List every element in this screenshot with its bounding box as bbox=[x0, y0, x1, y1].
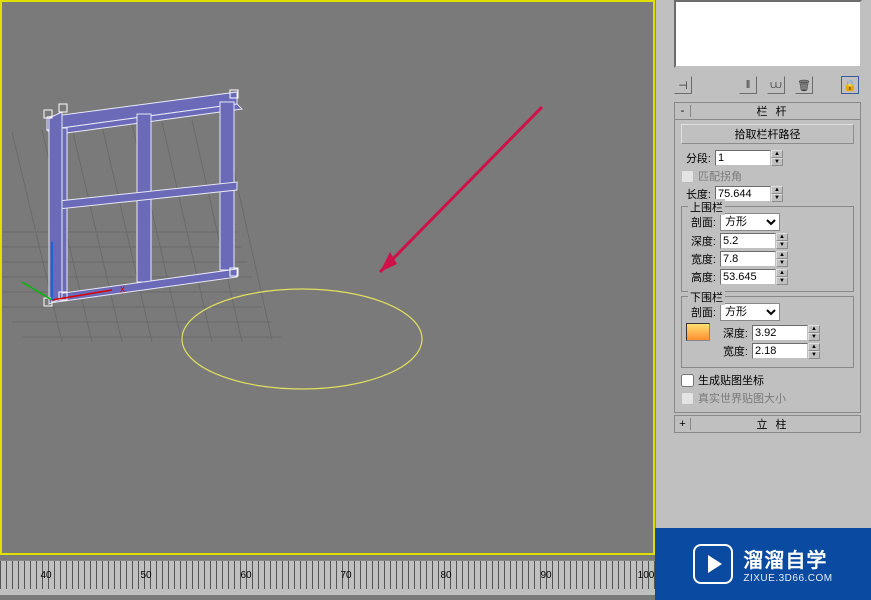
bottom-depth-input[interactable] bbox=[752, 325, 808, 341]
ruler-tick: 90 bbox=[540, 570, 551, 581]
rollout-toggle[interactable]: + bbox=[675, 418, 691, 430]
spinner-up[interactable]: ▲ bbox=[776, 269, 788, 277]
top-height-input[interactable] bbox=[720, 269, 776, 285]
profile-label: 剖面: bbox=[686, 214, 716, 230]
railing-object bbox=[47, 92, 242, 304]
top-rail-label: 上围栏 bbox=[688, 199, 725, 215]
viewport-canvas: x bbox=[2, 2, 653, 553]
top-rail-group: 上围栏 剖面: 方形 深度: ▲▼ 宽度: ▲▼ 高度: ▲▼ bbox=[681, 206, 854, 292]
profile-label: 剖面: bbox=[686, 304, 716, 320]
ruler-tick: 50 bbox=[140, 570, 151, 581]
annotation-arrow bbox=[380, 107, 542, 272]
trash-icon[interactable]: 🗑 bbox=[795, 76, 813, 94]
spinner-down[interactable]: ▼ bbox=[771, 194, 783, 202]
spinner-up[interactable]: ▲ bbox=[808, 343, 820, 351]
spinner-down[interactable]: ▼ bbox=[808, 333, 820, 341]
spinner-up[interactable]: ▲ bbox=[771, 186, 783, 194]
top-depth-input[interactable] bbox=[720, 233, 776, 249]
pick-railing-path-button[interactable]: 拾取栏杆路径 bbox=[681, 124, 854, 144]
rollout-posts: + 立柱 bbox=[674, 415, 861, 433]
spinner-down[interactable]: ▼ bbox=[776, 259, 788, 267]
play-icon[interactable]: ‖ bbox=[739, 76, 757, 94]
bottom-profile-select[interactable]: 方形 bbox=[720, 303, 780, 321]
rollout-header-railing[interactable]: - 栏杆 bbox=[674, 102, 861, 120]
ruler-tick: 80 bbox=[440, 570, 451, 581]
match-corners-checkbox bbox=[681, 170, 694, 183]
spinner-down[interactable]: ▼ bbox=[776, 241, 788, 249]
ruler-tick: 100 bbox=[638, 570, 655, 581]
ruler-tick: 60 bbox=[240, 570, 251, 581]
rollout-railing: - 栏杆 拾取栏杆路径 分段: ▲▼ 匹配拐角 长度: ▲▼ bbox=[674, 102, 861, 413]
bottom-rail-group: 下围栏 剖面: 方形 深度: ▲▼ 宽度: ▲▼ bbox=[681, 296, 854, 368]
pin-icon[interactable]: ⊣ bbox=[674, 76, 692, 94]
lock-icon[interactable]: 🔒 bbox=[841, 76, 859, 94]
segments-label: 分段: bbox=[681, 150, 711, 166]
timeline-ruler[interactable]: 40 50 60 70 80 90 100 bbox=[0, 560, 655, 595]
svg-text:x: x bbox=[120, 284, 125, 295]
top-profile-select[interactable]: 方形 bbox=[720, 213, 780, 231]
play-logo-icon bbox=[693, 544, 733, 584]
real-world-checkbox bbox=[681, 392, 694, 405]
watermark-url: ZIXUE.3D66.COM bbox=[743, 573, 832, 584]
top-width-input[interactable] bbox=[720, 251, 776, 267]
watermark: 溜溜自学 ZIXUE.3D66.COM bbox=[655, 528, 871, 600]
watermark-title: 溜溜自学 bbox=[743, 544, 832, 573]
segments-input[interactable] bbox=[715, 150, 771, 166]
ruler-tick: 70 bbox=[340, 570, 351, 581]
gen-map-label: 生成贴图坐标 bbox=[698, 372, 764, 388]
rail-count-icon[interactable] bbox=[686, 323, 710, 341]
panel-toolbar: ⊣ ‖ ⩊ 🗑 🔒 bbox=[656, 72, 871, 100]
spinner-down[interactable]: ▼ bbox=[771, 158, 783, 166]
spinner-up[interactable]: ▲ bbox=[771, 150, 783, 158]
height-label: 高度: bbox=[686, 269, 716, 285]
gen-map-coords-checkbox[interactable] bbox=[681, 374, 694, 387]
spinner-up[interactable]: ▲ bbox=[776, 233, 788, 241]
match-corners-label: 匹配拐角 bbox=[698, 168, 742, 184]
real-world-label: 真实世界贴图大小 bbox=[698, 390, 786, 406]
circle-spline bbox=[182, 289, 422, 389]
link-icon[interactable]: ⩊ bbox=[767, 76, 785, 94]
spinner-down[interactable]: ▼ bbox=[776, 277, 788, 285]
viewport[interactable]: x bbox=[0, 0, 655, 555]
width-label: 宽度: bbox=[718, 343, 748, 359]
command-panel: ⊣ ‖ ⩊ 🗑 🔒 - 栏杆 拾取栏杆路径 分段: ▲▼ 匹配拐角 bbox=[655, 0, 871, 600]
rollout-title: 栏杆 bbox=[691, 103, 860, 119]
spinner-up[interactable]: ▲ bbox=[808, 325, 820, 333]
spinner-down[interactable]: ▼ bbox=[808, 351, 820, 359]
material-preview bbox=[674, 0, 862, 68]
depth-label: 深度: bbox=[686, 233, 716, 249]
bottom-width-input[interactable] bbox=[752, 343, 808, 359]
spinner-up[interactable]: ▲ bbox=[776, 251, 788, 259]
depth-label: 深度: bbox=[718, 325, 748, 341]
ruler-tick: 40 bbox=[40, 570, 51, 581]
width-label: 宽度: bbox=[686, 251, 716, 267]
rollout-title: 立柱 bbox=[691, 416, 860, 432]
bottom-rail-label: 下围栏 bbox=[688, 289, 725, 305]
rollout-toggle[interactable]: - bbox=[675, 105, 691, 117]
rollout-header-posts[interactable]: + 立柱 bbox=[674, 415, 861, 433]
